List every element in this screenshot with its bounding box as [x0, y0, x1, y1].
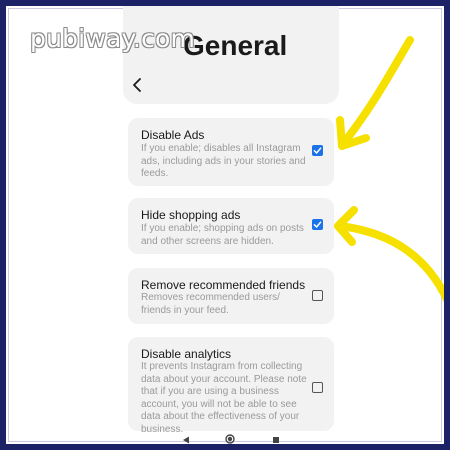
setting-card-disable-analytics[interactable]: Disable analytics It prevents Instagram …: [128, 337, 334, 435]
setting-description: It prevents Instagram from collecting da…: [141, 361, 307, 435]
setting-description: Removes recommended users/ friends in yo…: [141, 292, 280, 316]
setting-title: Hide shopping ads: [141, 208, 241, 222]
checkbox-disable-analytics[interactable]: [312, 382, 323, 393]
annotation-arrow-2: [334, 206, 444, 303]
square-recents-icon[interactable]: [273, 437, 279, 443]
checkmark-icon: [313, 221, 322, 228]
setting-title: Disable analytics: [141, 347, 232, 361]
watermark: pubiway.com: [30, 24, 196, 53]
setting-description: If you enable; shopping ads on posts and…: [141, 223, 304, 247]
checkmark-icon: [313, 147, 322, 154]
setting-title: Disable Ads: [141, 128, 205, 142]
annotation-arrow-1: [336, 36, 414, 150]
page-title: General: [183, 30, 288, 61]
triangle-back-icon[interactable]: [182, 436, 190, 444]
chevron-left-icon: [133, 78, 141, 92]
setting-card-disable-ads[interactable]: Disable Ads If you enable; disables all …: [128, 118, 334, 186]
setting-title: Remove recommended friends: [141, 278, 306, 292]
setting-description: If you enable; disables all Instagram ad…: [141, 143, 306, 179]
circle-home-icon[interactable]: [225, 434, 235, 444]
checkbox-remove-recommended-friends[interactable]: [312, 290, 323, 301]
setting-card-hide-shopping-ads[interactable]: Hide shopping ads If you enable; shoppin…: [128, 198, 334, 254]
navigation-bar: [6, 428, 444, 444]
checkbox-disable-ads[interactable]: [312, 145, 323, 156]
back-button[interactable]: [130, 76, 146, 94]
setting-card-remove-recommended-friends[interactable]: Remove recommended friends Removes recom…: [128, 268, 334, 324]
checkbox-hide-shopping-ads[interactable]: [312, 219, 323, 230]
screenshot-frame: General pubiway.com Disable Ads If you e…: [0, 0, 450, 450]
